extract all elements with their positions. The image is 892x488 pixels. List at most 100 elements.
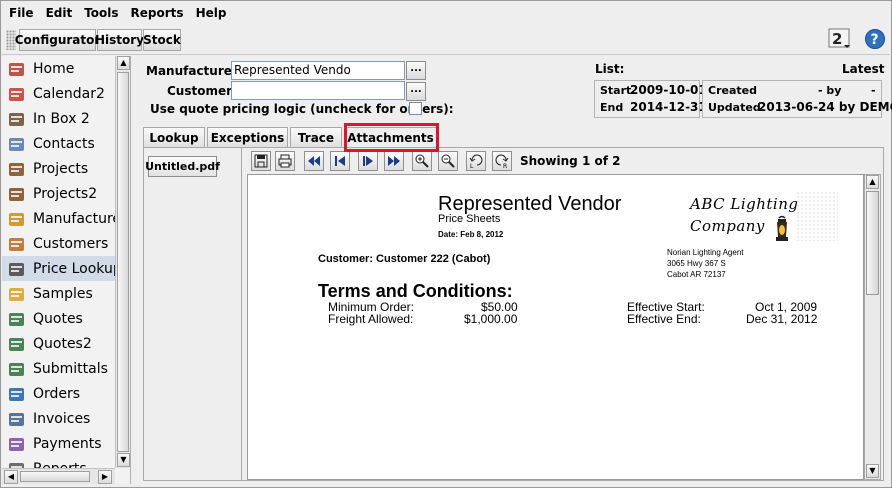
menu-tools[interactable]: Tools xyxy=(84,6,118,20)
help-icon[interactable]: ? xyxy=(864,28,886,50)
sidebar-item-orders[interactable]: Orders xyxy=(2,381,115,406)
sidebar-item-payments[interactable]: Payments xyxy=(2,431,115,456)
sidebar-item-home[interactable]: Home xyxy=(2,56,115,81)
scroll-left-icon[interactable]: ◀ xyxy=(4,470,18,484)
customer-browse-button[interactable]: ... xyxy=(406,82,426,101)
sidebar-item-projects[interactable]: Projects xyxy=(2,156,115,181)
updated-value: 2013-06-24 by DEMO xyxy=(758,100,892,114)
configurator-button[interactable]: Configurator xyxy=(15,29,100,51)
sidebar-item-in-box-2[interactable]: In Box 2 xyxy=(2,106,115,131)
list-label: List: xyxy=(595,62,625,76)
toolbar: Configurator History Stock 2 ? xyxy=(2,25,890,55)
sidebar-item-invoices[interactable]: Invoices xyxy=(2,406,115,431)
sidebar-item-manufacturer[interactable]: Manufacturer xyxy=(2,206,115,231)
start-label: Start xyxy=(600,84,632,97)
zoom-out-icon[interactable] xyxy=(438,151,458,171)
print-icon[interactable] xyxy=(275,151,295,171)
menu-edit[interactable]: Edit xyxy=(46,6,73,20)
sidebar-item-samples[interactable]: Samples xyxy=(2,281,115,306)
sidebar-item-label: Contacts xyxy=(33,135,95,152)
svg-text:2: 2 xyxy=(832,30,842,48)
end-label: End xyxy=(600,101,624,114)
freight-label: Freight Allowed: xyxy=(328,312,414,326)
sidebar-item-label: Payments xyxy=(33,435,102,452)
updated-label: Updated xyxy=(708,101,761,114)
customer-field[interactable] xyxy=(231,81,405,100)
sidebar-item-label: Quotes2 xyxy=(33,335,92,352)
sidebar-vertical-scrollbar[interactable]: ▲ ▼ xyxy=(115,56,130,468)
inbox-icon xyxy=(7,110,27,128)
scroll-up-icon[interactable]: ▲ xyxy=(117,56,130,70)
terms-heading: Terms and Conditions: xyxy=(318,281,513,301)
price-lookup-icon xyxy=(7,260,27,278)
freight-value: $1,000.00 xyxy=(464,312,518,326)
previous-page-icon[interactable] xyxy=(330,151,350,171)
zoom-in-icon[interactable] xyxy=(412,151,432,171)
last-page-icon[interactable] xyxy=(384,151,404,171)
sidebar-hscroll-thumb[interactable] xyxy=(20,471,90,482)
history-button[interactable]: History xyxy=(95,29,144,51)
end-value: 2014-12-31 xyxy=(630,100,707,114)
rotate-right-icon[interactable]: R xyxy=(492,151,512,171)
attachment-file-list xyxy=(143,147,242,481)
list-value: Latest xyxy=(842,62,885,76)
svg-text:L: L xyxy=(470,163,474,168)
svg-text:R: R xyxy=(503,163,507,168)
tab-trace[interactable]: Trace xyxy=(290,127,342,147)
sidebar-item-reports[interactable]: Reports xyxy=(2,456,115,468)
manufacturer-icon xyxy=(7,210,27,228)
pdf-vertical-scrollbar[interactable]: ▲ ▼ xyxy=(864,174,881,480)
tab-lookup[interactable]: Lookup xyxy=(143,127,205,147)
application-window: File Edit Tools Reports Help Configurato… xyxy=(0,0,892,488)
agent-city: Cabot AR 72137 xyxy=(667,270,726,279)
manufacturer-field[interactable]: Represented Vendo xyxy=(231,61,405,80)
pdf-scroll-down-icon[interactable]: ▼ xyxy=(866,464,879,478)
menu-help[interactable]: Help xyxy=(196,6,227,20)
sidebar-horizontal-scrollbar[interactable]: ◀ ▶ xyxy=(2,468,115,484)
next-page-icon[interactable] xyxy=(358,151,378,171)
sidebar-item-customers[interactable]: Customers xyxy=(2,231,115,256)
home-icon xyxy=(7,60,27,78)
attachments-tab-highlight xyxy=(344,123,439,152)
scroll-down-icon[interactable]: ▼ xyxy=(117,453,130,467)
audit-info-box: Created - by - Updated 2013-06-24 by DEM… xyxy=(702,80,892,118)
sidebar-item-quotes2[interactable]: Quotes2 xyxy=(2,331,115,356)
sidebar-item-label: Quotes xyxy=(33,310,83,327)
agent-name: Norian Lighting Agent xyxy=(667,248,744,257)
sidebar-item-contacts[interactable]: Contacts xyxy=(2,131,115,156)
svg-text:?: ? xyxy=(871,32,879,48)
sidebar-item-label: Projects xyxy=(33,160,89,177)
attachment-file-item[interactable]: Untitled.pdf xyxy=(145,156,220,177)
agent-street: 3065 Hwy 367 S xyxy=(667,259,726,268)
sidebar-scroll-thumb[interactable] xyxy=(117,72,129,452)
sidebar-item-calendar2[interactable]: Calendar2 xyxy=(2,81,115,106)
menu-reports[interactable]: Reports xyxy=(131,6,184,20)
menu-file[interactable]: File xyxy=(9,6,34,20)
sidebar-item-label: Manufacturer xyxy=(33,210,115,227)
doc-subtitle: Price Sheets xyxy=(438,213,501,225)
first-page-icon[interactable] xyxy=(304,151,324,171)
start-value: 2009-10-01 xyxy=(630,83,707,97)
sidebar-item-label: Customers xyxy=(33,235,109,252)
company-logo-line1: ABC Lighting xyxy=(690,195,799,213)
tab-exceptions[interactable]: Exceptions xyxy=(207,127,288,147)
company-logo-line2: Company xyxy=(690,217,765,235)
quote-logic-checkbox[interactable] xyxy=(409,102,422,115)
pdf-scroll-thumb[interactable] xyxy=(866,191,879,295)
stock-button[interactable]: Stock xyxy=(143,29,181,51)
effective-end-label: Effective End: xyxy=(627,312,701,326)
scroll-right-icon[interactable]: ▶ xyxy=(98,470,112,484)
lantern-icon xyxy=(774,215,790,246)
user-switch-icon[interactable]: 2 xyxy=(828,28,850,50)
sidebar-item-projects2[interactable]: Projects2 xyxy=(2,181,115,206)
save-icon[interactable] xyxy=(251,151,271,171)
pdf-scroll-up-icon[interactable]: ▲ xyxy=(866,175,879,189)
sidebar-item-submittals[interactable]: Submittals xyxy=(2,356,115,381)
manufacturer-browse-button[interactable]: ... xyxy=(406,61,426,80)
menu-bar: File Edit Tools Reports Help xyxy=(2,2,890,24)
sidebar-item-quotes[interactable]: Quotes xyxy=(2,306,115,331)
sidebar-item-price-lookup[interactable]: Price Lookup xyxy=(2,256,115,281)
rotate-left-icon[interactable]: L xyxy=(466,151,486,171)
created-dash: - xyxy=(871,84,876,97)
created-label: Created xyxy=(708,84,757,97)
